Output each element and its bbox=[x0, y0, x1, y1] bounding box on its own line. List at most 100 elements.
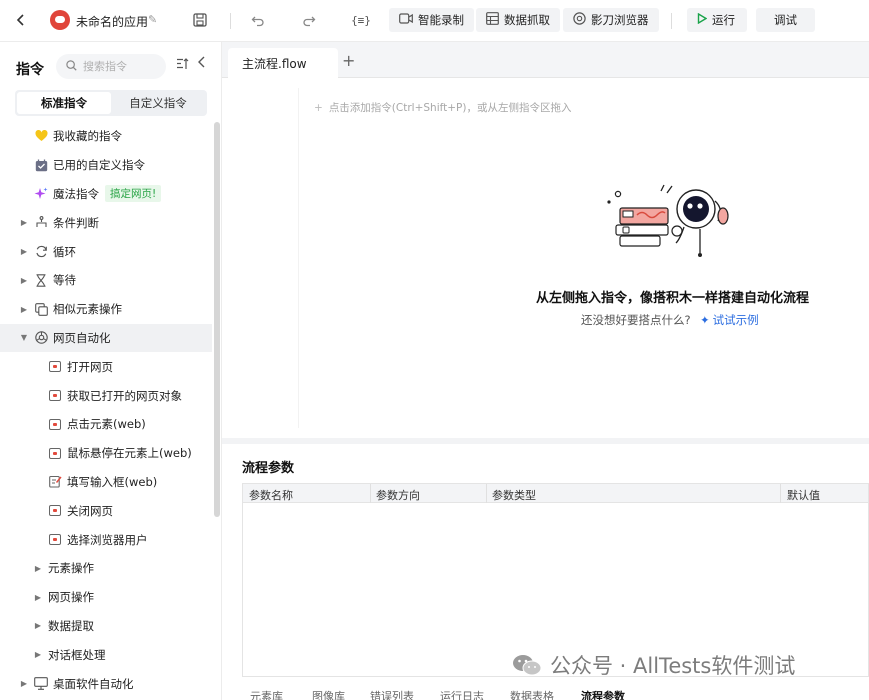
try-example-link[interactable]: ✦ 试试示例 bbox=[700, 312, 759, 328]
browser-button[interactable]: 影刀浏览器 bbox=[563, 8, 659, 32]
toolbar-divider bbox=[671, 13, 672, 29]
tree-item-web-ops[interactable]: ▶ 网页操作 bbox=[0, 583, 212, 612]
tab-main-flow[interactable]: 主流程.flow bbox=[228, 48, 338, 78]
tree-item-element-ops[interactable]: ▶ 元素操作 bbox=[0, 554, 212, 583]
back-icon[interactable] bbox=[12, 11, 30, 29]
tree-item-web-automation[interactable]: ▼ 网页自动化 bbox=[0, 323, 212, 353]
collapse-arrow-icon[interactable]: ▼ bbox=[19, 333, 29, 342]
expand-arrow-icon[interactable]: ▶ bbox=[19, 679, 29, 688]
column-divider bbox=[780, 484, 781, 503]
web-hover-icon bbox=[48, 446, 62, 460]
tree-item-click-element[interactable]: 点击元素(web) bbox=[0, 410, 212, 439]
tree-item-condition[interactable]: ▶ 条件判断 bbox=[0, 208, 212, 237]
flow-canvas[interactable]: + 点击添加指令(Ctrl+Shift+P)，或从左侧指令区拖入 从左侧拖入指令，… bbox=[228, 78, 869, 438]
sort-icon[interactable] bbox=[176, 58, 189, 73]
flow-tabs-bar: 主流程.flow + bbox=[222, 42, 869, 78]
expand-arrow-icon[interactable]: ▶ bbox=[19, 218, 29, 227]
empty-state-subtitle: 还没想好要搭点什么? bbox=[581, 313, 691, 327]
tree-item-data-extraction[interactable]: ▶ 数据提取 bbox=[0, 612, 212, 641]
tree-item-dialog-handling[interactable]: ▶ 对话框处理 bbox=[0, 640, 212, 669]
column-header-name[interactable]: 参数名称 bbox=[249, 487, 293, 503]
expand-arrow-icon[interactable]: ▶ bbox=[19, 305, 29, 314]
smart-record-button[interactable]: 智能录制 bbox=[389, 8, 474, 32]
edit-field-icon bbox=[48, 475, 62, 489]
toolbar-divider bbox=[230, 13, 231, 29]
expand-arrow-icon[interactable]: ▶ bbox=[33, 564, 43, 573]
tree-item-get-opened-web[interactable]: 获取已打开的网页对象 bbox=[0, 381, 212, 410]
search-icon bbox=[66, 59, 77, 74]
web-user-icon bbox=[48, 533, 62, 547]
tree-item-desktop-automation[interactable]: ▶ 桌面软件自动化 bbox=[0, 669, 212, 698]
tree-item-magic[interactable]: 魔法指令 搞定网页! bbox=[0, 180, 212, 209]
column-header-type[interactable]: 参数类型 bbox=[492, 487, 536, 503]
tab-flow-params[interactable]: 流程参数 bbox=[581, 688, 625, 700]
column-divider bbox=[486, 484, 487, 503]
expand-arrow-icon[interactable]: ▶ bbox=[33, 650, 43, 659]
expand-arrow-icon[interactable]: ▶ bbox=[19, 247, 29, 256]
heart-icon bbox=[34, 129, 48, 143]
tab-element-library[interactable]: 元素库 bbox=[250, 688, 283, 700]
web-close-icon bbox=[48, 504, 62, 518]
branch-icon bbox=[34, 216, 48, 230]
redo-icon[interactable] bbox=[299, 10, 319, 30]
undo-icon[interactable] bbox=[248, 10, 268, 30]
tree-item-select-browser-user[interactable]: 选择浏览器用户 bbox=[0, 525, 212, 554]
params-table: 参数名称 参数方向 参数类型 默认值 bbox=[242, 483, 869, 677]
edit-name-icon[interactable]: ✎ bbox=[148, 13, 157, 26]
tree-item-loop[interactable]: ▶ 循环 bbox=[0, 237, 212, 266]
tree-item-hover-element[interactable]: 鼠标悬停在元素上(web) bbox=[0, 439, 212, 468]
monitor-icon bbox=[34, 677, 48, 691]
sidebar-scrollbar[interactable] bbox=[214, 122, 220, 517]
video-icon bbox=[399, 13, 413, 27]
canvas-gutter bbox=[298, 88, 299, 428]
params-title: 流程参数 bbox=[242, 461, 295, 476]
tree-item-favorites[interactable]: 我收藏的指令 bbox=[0, 122, 212, 151]
expand-arrow-icon[interactable]: ▶ bbox=[33, 593, 43, 602]
column-header-default[interactable]: 默认值 bbox=[787, 487, 820, 503]
tab-image-library[interactable]: 图像库 bbox=[312, 688, 345, 700]
sparkle-icon bbox=[34, 187, 48, 201]
collapse-sidebar-icon[interactable] bbox=[197, 56, 206, 72]
tab-standard-commands[interactable]: 标准指令 bbox=[17, 92, 111, 114]
tab-data-table[interactable]: 数据表格 bbox=[510, 688, 554, 700]
add-tab-icon[interactable]: + bbox=[342, 51, 355, 70]
tree-item-fill-input[interactable]: 填写输入框(web) bbox=[0, 468, 212, 497]
tab-custom-commands[interactable]: 自定义指令 bbox=[111, 92, 205, 114]
web-page-icon bbox=[48, 360, 62, 374]
sparkle-icon: ✦ bbox=[700, 313, 710, 327]
tree-item-close-web[interactable]: 关闭网页 bbox=[0, 496, 212, 525]
add-command-hint[interactable]: + 点击添加指令(Ctrl+Shift+P)，或从左侧指令区拖入 bbox=[314, 100, 571, 115]
save-icon[interactable] bbox=[190, 10, 210, 30]
tab-run-log[interactable]: 运行日志 bbox=[440, 688, 484, 700]
debug-button[interactable]: 调试 bbox=[756, 8, 815, 32]
sidebar-title: 指令 bbox=[16, 62, 44, 78]
tree-item-open-web[interactable]: 打开网页 bbox=[0, 352, 212, 381]
params-table-header: 参数名称 参数方向 参数类型 默认值 bbox=[243, 484, 868, 503]
command-search-input[interactable] bbox=[83, 60, 153, 73]
column-header-direction[interactable]: 参数方向 bbox=[376, 487, 420, 503]
command-tree: 我收藏的指令 已用的自定义指令 魔法指令 搞定网页! ▶ 条件判断 ▶ 循环 ▶… bbox=[0, 122, 212, 698]
globe-icon bbox=[34, 331, 48, 345]
tree-item-wait[interactable]: ▶ 等待 bbox=[0, 266, 212, 295]
data-capture-button[interactable]: 数据抓取 bbox=[476, 8, 560, 32]
calendar-check-icon bbox=[34, 158, 48, 172]
top-toolbar: 未命名的应用 ✎ {≡} 智能录制 数据抓取 影刀浏览器 运行 调试 bbox=[0, 0, 869, 42]
tree-item-used-custom[interactable]: 已用的自定义指令 bbox=[0, 151, 212, 180]
empty-state-title: 从左侧拖入指令，像搭积木一样搭建自动化流程 bbox=[536, 291, 810, 306]
column-divider bbox=[370, 484, 371, 503]
run-button[interactable]: 运行 bbox=[687, 8, 747, 32]
tab-error-list[interactable]: 错误列表 bbox=[370, 688, 414, 700]
browser-icon bbox=[573, 12, 586, 28]
tree-item-similar-elements[interactable]: ▶ 相似元素操作 bbox=[0, 295, 212, 324]
command-search[interactable] bbox=[56, 54, 166, 79]
copy-icon bbox=[34, 302, 48, 316]
expand-arrow-icon[interactable]: ▶ bbox=[33, 621, 43, 630]
loop-icon bbox=[34, 245, 48, 259]
app-name[interactable]: 未命名的应用 bbox=[76, 13, 148, 30]
hourglass-icon bbox=[34, 273, 48, 287]
command-sidebar: 指令 标准指令 自定义指令 我收藏的指令 已用的自定义指令 bbox=[0, 42, 222, 700]
code-view-icon[interactable]: {≡} bbox=[349, 10, 373, 30]
magic-badge: 搞定网页! bbox=[105, 185, 162, 203]
expand-arrow-icon[interactable]: ▶ bbox=[19, 276, 29, 285]
app-logo bbox=[50, 10, 70, 30]
